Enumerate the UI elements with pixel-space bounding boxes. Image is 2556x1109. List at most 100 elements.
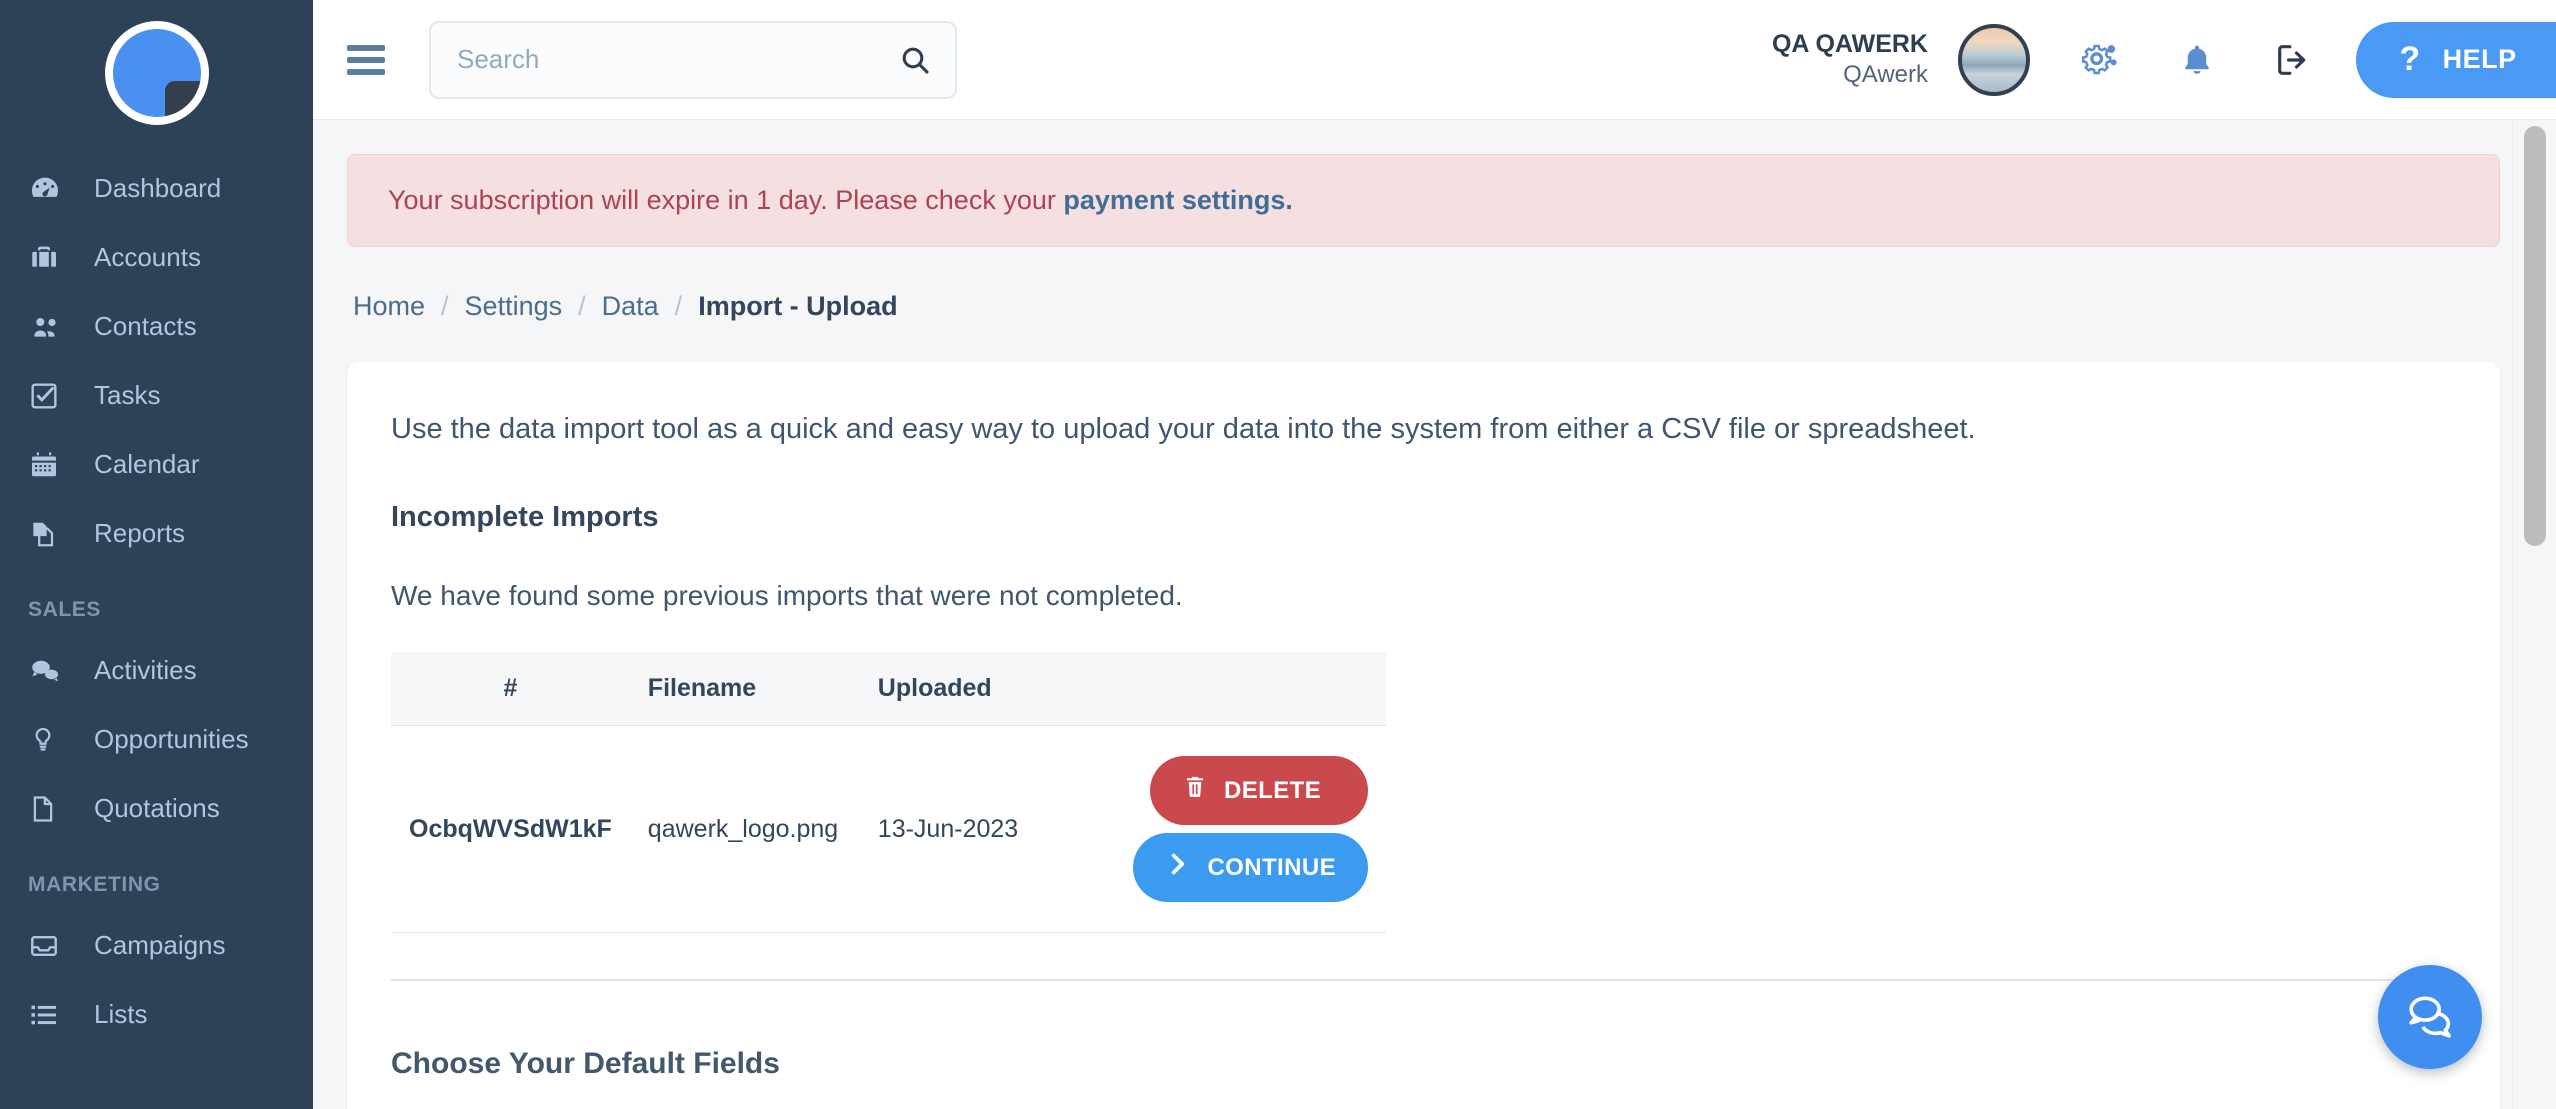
- notifications-bell-icon[interactable]: [2164, 27, 2230, 93]
- column-header-filename: Filename: [629, 652, 860, 727]
- incomplete-imports-heading: Incomplete Imports: [391, 501, 659, 534]
- vertical-scrollbar[interactable]: [2524, 126, 2546, 1096]
- scrollbar-thumb[interactable]: [2524, 126, 2546, 546]
- question-mark-icon: ?: [2399, 40, 2421, 78]
- user-name: QA QAWERK: [1771, 29, 1928, 58]
- breadcrumb-separator: /: [674, 291, 683, 321]
- import-intro-text: Use the data import tool as a quick and …: [391, 413, 1976, 445]
- page-scroll-area: Your subscription will expire in 1 day. …: [313, 120, 2556, 1109]
- table-row: OcbqWVSdW1kF qawerk_logo.png 13-Jun-2023…: [391, 725, 1386, 934]
- trash-icon: [1182, 774, 1208, 807]
- sidebar-item-label: Tasks: [94, 380, 161, 410]
- list-icon: [28, 999, 74, 1031]
- incomplete-imports-table: # Filename Uploaded OcbqWVSdW1kF qawerk_…: [391, 652, 1386, 934]
- topbar-right: QA QAWERK QAwerk ? HELP: [1772, 21, 2556, 98]
- table-head: # Filename Uploaded: [391, 652, 1386, 727]
- user-info[interactable]: QA QAWERK QAwerk: [1772, 29, 1928, 90]
- delete-label: DELETE: [1224, 776, 1322, 804]
- chevron-right-icon: [1165, 851, 1191, 884]
- column-header-actions: [1059, 652, 1386, 727]
- chat-bubbles-icon: [2401, 986, 2459, 1049]
- delete-button[interactable]: DELETE: [1150, 756, 1368, 826]
- sidebar-item-campaigns[interactable]: Campaigns: [0, 911, 313, 980]
- sidebar-section-sales: SALES: [28, 598, 102, 621]
- sidebar: Dashboard Accounts Contacts Tasks Calend…: [0, 0, 313, 1109]
- comments-icon: [28, 654, 74, 688]
- inbox-icon: [28, 930, 74, 962]
- breadcrumb-item-home[interactable]: Home: [353, 291, 425, 322]
- cell-actions: DELETE CONTINUE: [1059, 725, 1386, 934]
- lightbulb-icon: [28, 725, 74, 755]
- top-bar: QA QAWERK QAwerk: [313, 0, 2556, 120]
- calendar-icon: [28, 449, 74, 481]
- sidebar-item-contacts[interactable]: Contacts: [0, 292, 313, 361]
- logout-icon[interactable]: [2260, 27, 2326, 93]
- column-header-id: #: [391, 652, 630, 727]
- sidebar-section-marketing: MARKETING: [28, 873, 161, 896]
- crm-logo: [104, 21, 209, 125]
- briefcase-icon: [28, 242, 74, 274]
- sidebar-item-label: Quotations: [94, 793, 220, 823]
- app-root: Dashboard Accounts Contacts Tasks Calend…: [0, 0, 2556, 1109]
- users-icon: [28, 309, 74, 345]
- user-avatar[interactable]: [1958, 23, 2030, 96]
- breadcrumb: Home / Settings / Data / Import - Upload: [347, 291, 2500, 322]
- logo-wrapper[interactable]: [0, 10, 313, 136]
- cell-filename: qawerk_logo.png: [629, 725, 860, 934]
- incomplete-imports-text: We have found some previous imports that…: [391, 580, 1183, 612]
- default-fields-heading: Choose Your Default Fields: [391, 1047, 780, 1081]
- sidebar-item-label: Accounts: [94, 242, 201, 272]
- sidebar-item-activities[interactable]: Activities: [0, 636, 313, 705]
- cell-uploaded: 13-Jun-2023: [859, 725, 1060, 934]
- sidebar-item-label: Campaigns: [94, 930, 226, 960]
- table-body: OcbqWVSdW1kF qawerk_logo.png 13-Jun-2023…: [391, 725, 1386, 934]
- dashboard-icon: [28, 172, 74, 206]
- payment-settings-link[interactable]: payment settings.: [1063, 185, 1293, 215]
- file-icon: [28, 794, 74, 824]
- search-box[interactable]: [429, 20, 957, 99]
- continue-label: CONTINUE: [1207, 853, 1336, 881]
- content-padding: Your subscription will expire in 1 day. …: [313, 120, 2556, 1109]
- section-divider: [391, 979, 2456, 982]
- sidebar-item-dashboard[interactable]: Dashboard: [0, 154, 313, 223]
- help-button[interactable]: ? HELP: [2356, 21, 2556, 98]
- sidebar-item-label: Activities: [94, 655, 197, 685]
- chat-widget-button[interactable]: [2378, 965, 2482, 1069]
- breadcrumb-separator: /: [441, 291, 449, 321]
- sidebar-item-tasks[interactable]: Tasks: [0, 361, 313, 430]
- search-icon[interactable]: [899, 44, 931, 76]
- sidebar-item-reports[interactable]: Reports: [0, 499, 313, 568]
- subscription-alert: Your subscription will expire in 1 day. …: [347, 154, 2500, 247]
- sidebar-item-lists[interactable]: Lists: [0, 980, 313, 1049]
- main-area: QA QAWERK QAwerk: [313, 0, 2556, 1109]
- primary-nav: Dashboard Accounts Contacts Tasks Calend…: [0, 136, 313, 1049]
- sidebar-item-label: Dashboard: [94, 173, 222, 203]
- sidebar-item-quotations[interactable]: Quotations: [0, 774, 313, 843]
- check-square-icon: [28, 380, 74, 412]
- table-header-row: # Filename Uploaded: [391, 652, 1386, 727]
- sidebar-item-calendar[interactable]: Calendar: [0, 430, 313, 499]
- sidebar-item-label: Contacts: [94, 311, 197, 341]
- breadcrumb-item-settings[interactable]: Settings: [465, 291, 563, 322]
- help-label: HELP: [2442, 44, 2517, 74]
- breadcrumb-item-import-upload: Import - Upload: [698, 291, 898, 321]
- column-header-uploaded: Uploaded: [859, 652, 1060, 727]
- logo-circle: [112, 29, 201, 117]
- copy-file-icon: [28, 518, 74, 550]
- sidebar-item-opportunities[interactable]: Opportunities: [0, 705, 313, 774]
- settings-gears-icon[interactable]: [2068, 27, 2134, 93]
- breadcrumb-item-data[interactable]: Data: [602, 291, 659, 322]
- alert-text: Your subscription will expire in 1 day. …: [388, 185, 1064, 215]
- sidebar-item-label: Calendar: [94, 449, 200, 479]
- breadcrumb-separator: /: [578, 291, 586, 321]
- sidebar-item-label: Reports: [94, 518, 186, 548]
- sidebar-item-accounts[interactable]: Accounts: [0, 223, 313, 292]
- sidebar-item-label: Lists: [94, 999, 148, 1029]
- cell-import-id: OcbqWVSdW1kF: [391, 725, 630, 934]
- hamburger-icon[interactable]: [347, 39, 393, 81]
- logo-square: [164, 81, 201, 117]
- sidebar-item-label: Opportunities: [94, 724, 249, 754]
- search-input[interactable]: [457, 44, 899, 75]
- user-org: QAwerk: [1843, 61, 1928, 89]
- continue-button[interactable]: CONTINUE: [1133, 833, 1368, 903]
